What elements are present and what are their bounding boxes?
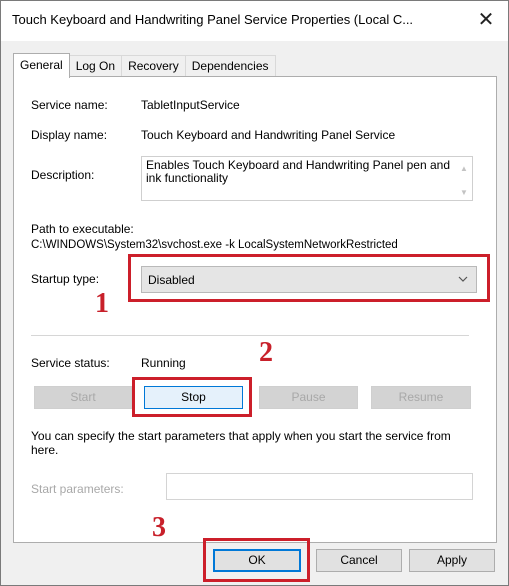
separator (31, 335, 469, 336)
highlight-box-startup-type (128, 254, 490, 302)
annotation-number-2: 2 (259, 337, 273, 368)
path-label: Path to executable: (31, 222, 134, 236)
annotation-number-1: 1 (95, 288, 109, 319)
cancel-button[interactable]: Cancel (316, 549, 402, 572)
description-textbox[interactable]: Enables Touch Keyboard and Handwriting P… (141, 156, 473, 201)
scroll-up-icon[interactable]: ▲ (460, 162, 468, 175)
resume-button[interactable]: Resume (371, 386, 471, 409)
highlight-box-ok (203, 538, 310, 582)
tab-strip: General Log On Recovery Dependencies (13, 53, 276, 78)
close-button[interactable]: ✕ (464, 1, 508, 37)
start-parameters-input[interactable] (166, 473, 473, 500)
scroll-down-icon[interactable]: ▼ (460, 186, 468, 199)
pause-button[interactable]: Pause (259, 386, 358, 409)
tab-dependencies[interactable]: Dependencies (184, 55, 276, 77)
service-name-value: TabletInputService (141, 98, 240, 112)
description-label: Description: (31, 168, 95, 182)
service-status-label: Service status: (31, 356, 110, 370)
description-scrollbar[interactable]: ▲ ▼ (457, 158, 471, 201)
path-value: C:\WINDOWS\System32\svchost.exe -k Local… (31, 239, 398, 251)
tab-log-on[interactable]: Log On (68, 55, 123, 77)
startup-type-label: Startup type: (31, 272, 100, 286)
close-icon: ✕ (477, 8, 495, 31)
window-title: Touch Keyboard and Handwriting Panel Ser… (12, 12, 414, 27)
description-text: Enables Touch Keyboard and Handwriting P… (146, 158, 450, 185)
tab-recovery[interactable]: Recovery (121, 55, 186, 77)
highlight-box-stop (132, 377, 252, 417)
display-name-value: Touch Keyboard and Handwriting Panel Ser… (141, 128, 396, 142)
tab-general[interactable]: General (13, 53, 70, 78)
properties-dialog: Touch Keyboard and Handwriting Panel Ser… (0, 0, 509, 586)
start-parameters-label: Start parameters: (31, 482, 124, 496)
annotation-number-3: 3 (152, 512, 166, 543)
start-button[interactable]: Start (34, 386, 132, 409)
display-name-label: Display name: (31, 128, 108, 142)
apply-button[interactable]: Apply (409, 549, 495, 572)
service-name-label: Service name: (31, 98, 108, 112)
service-status-value: Running (141, 356, 186, 370)
start-parameters-info: You can specify the start parameters tha… (31, 429, 451, 457)
title-bar: Touch Keyboard and Handwriting Panel Ser… (1, 1, 508, 41)
